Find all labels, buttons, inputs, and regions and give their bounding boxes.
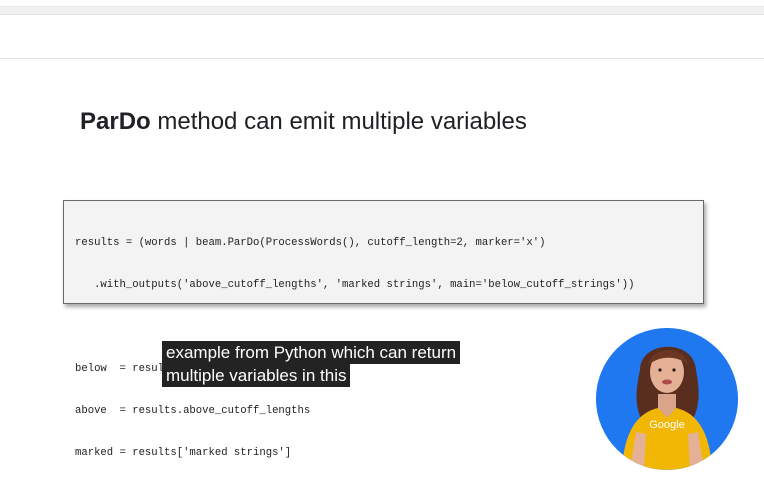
slide-title-bold: ParDo [80, 108, 151, 135]
code-line: .with_outputs('above_cutoff_lengths', 'm… [75, 279, 635, 291]
slide-title: ParDo method can emit multiple variables [80, 108, 527, 136]
subtitle-caption: example from Python which can return mul… [162, 341, 461, 387]
code-line: above = results.above_cutoff_lengths [75, 405, 311, 417]
code-line: marked = results['marked strings'] [75, 447, 292, 459]
presenter-illustration: Google [596, 328, 738, 470]
presenter-video: Google [596, 328, 738, 470]
caption-line-2: multiple variables in this [162, 364, 351, 387]
shirt-logo: Google [649, 419, 684, 431]
slide-title-rest: method can emit multiple variables [150, 108, 527, 135]
caption-line-1: example from Python which can return [162, 341, 461, 364]
code-line: results = (words | beam.ParDo(ProcessWor… [75, 237, 546, 249]
top-bar [0, 0, 764, 59]
top-strip [0, 6, 764, 15]
code-block: results = (words | beam.ParDo(ProcessWor… [63, 200, 704, 459]
